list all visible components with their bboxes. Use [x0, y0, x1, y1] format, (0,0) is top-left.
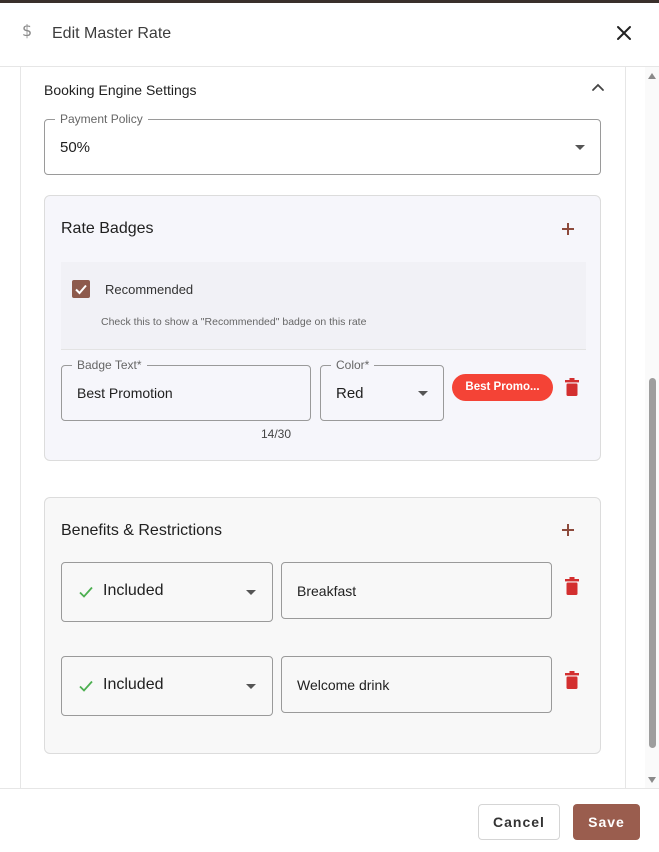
chevron-up-icon[interactable]	[591, 81, 605, 95]
benefit-status-value: Included	[103, 582, 164, 599]
badge-preview: Best Promo...	[452, 374, 553, 401]
add-benefit-icon[interactable]	[562, 524, 574, 536]
recommended-checkbox[interactable]	[72, 280, 90, 298]
recommended-helper: Check this to show a "Recommended" badge…	[101, 316, 367, 328]
scrollbar-thumb[interactable]	[649, 378, 656, 748]
delete-benefit-icon[interactable]	[565, 671, 579, 689]
benefit-text-field[interactable]: Welcome drink	[281, 656, 552, 713]
check-icon	[79, 586, 93, 598]
save-button[interactable]: Save	[573, 804, 640, 840]
badge-text-counter: 14/30	[261, 427, 292, 441]
badge-color-select[interactable]: Color* Red	[320, 358, 444, 421]
benefit-text-value: Welcome drink	[297, 677, 390, 693]
delete-badge-icon[interactable]	[565, 378, 579, 396]
edit-master-rate-dialog: $ Edit Master Rate Booking Engine Settin…	[0, 3, 659, 852]
dropdown-arrow-icon	[418, 391, 428, 396]
badge-color-label: Color*	[331, 358, 375, 372]
dialog-title: Edit Master Rate	[52, 25, 172, 42]
close-icon[interactable]	[612, 21, 636, 45]
payment-policy-label: Payment Policy	[55, 112, 148, 126]
dropdown-arrow-icon	[575, 145, 585, 150]
delete-benefit-icon[interactable]	[565, 577, 579, 595]
badge-text-value: Best Promotion	[77, 385, 173, 401]
benefit-status-value: Included	[103, 676, 164, 693]
payment-policy-select[interactable]: Payment Policy 50%	[44, 112, 601, 175]
dialog-footer: Cancel Save	[0, 788, 659, 852]
badge-text-label: Badge Text*	[72, 358, 147, 372]
dropdown-arrow-icon	[246, 684, 256, 689]
scroll-down-arrow-icon[interactable]	[648, 777, 656, 783]
badge-text-field[interactable]: Badge Text* Best Promotion	[61, 358, 311, 421]
benefit-text-field[interactable]: Breakfast	[281, 562, 552, 619]
scrollbar[interactable]	[645, 67, 659, 788]
benefit-status-select[interactable]: Included	[61, 562, 273, 622]
check-icon	[79, 680, 93, 692]
add-badge-icon[interactable]	[562, 223, 574, 235]
benefit-status-select[interactable]: Included	[61, 656, 273, 716]
recommended-label: Recommended	[105, 282, 194, 297]
rate-badges-card: Rate Badges Recommended Check this to sh…	[44, 195, 601, 461]
benefits-title: Benefits & Restrictions	[61, 522, 222, 539]
payment-policy-value: 50%	[60, 139, 91, 156]
check-icon	[75, 284, 87, 295]
recommended-box: Recommended Check this to show a "Recomm…	[61, 262, 586, 350]
booking-engine-title: Booking Engine Settings	[44, 82, 197, 98]
rate-badges-title: Rate Badges	[61, 220, 154, 237]
scroll-up-arrow-icon[interactable]	[648, 73, 656, 79]
badge-color-value: Red	[336, 385, 364, 402]
dialog-header: $ Edit Master Rate	[0, 3, 659, 67]
dialog-content: Booking Engine Settings Payment Policy 5…	[20, 67, 626, 788]
dollar-icon: $	[22, 21, 33, 40]
benefits-card: Benefits & Restrictions Included Breakfa…	[44, 497, 601, 754]
benefit-text-value: Breakfast	[297, 583, 357, 599]
dropdown-arrow-icon	[246, 590, 256, 595]
cancel-button[interactable]: Cancel	[478, 804, 560, 840]
